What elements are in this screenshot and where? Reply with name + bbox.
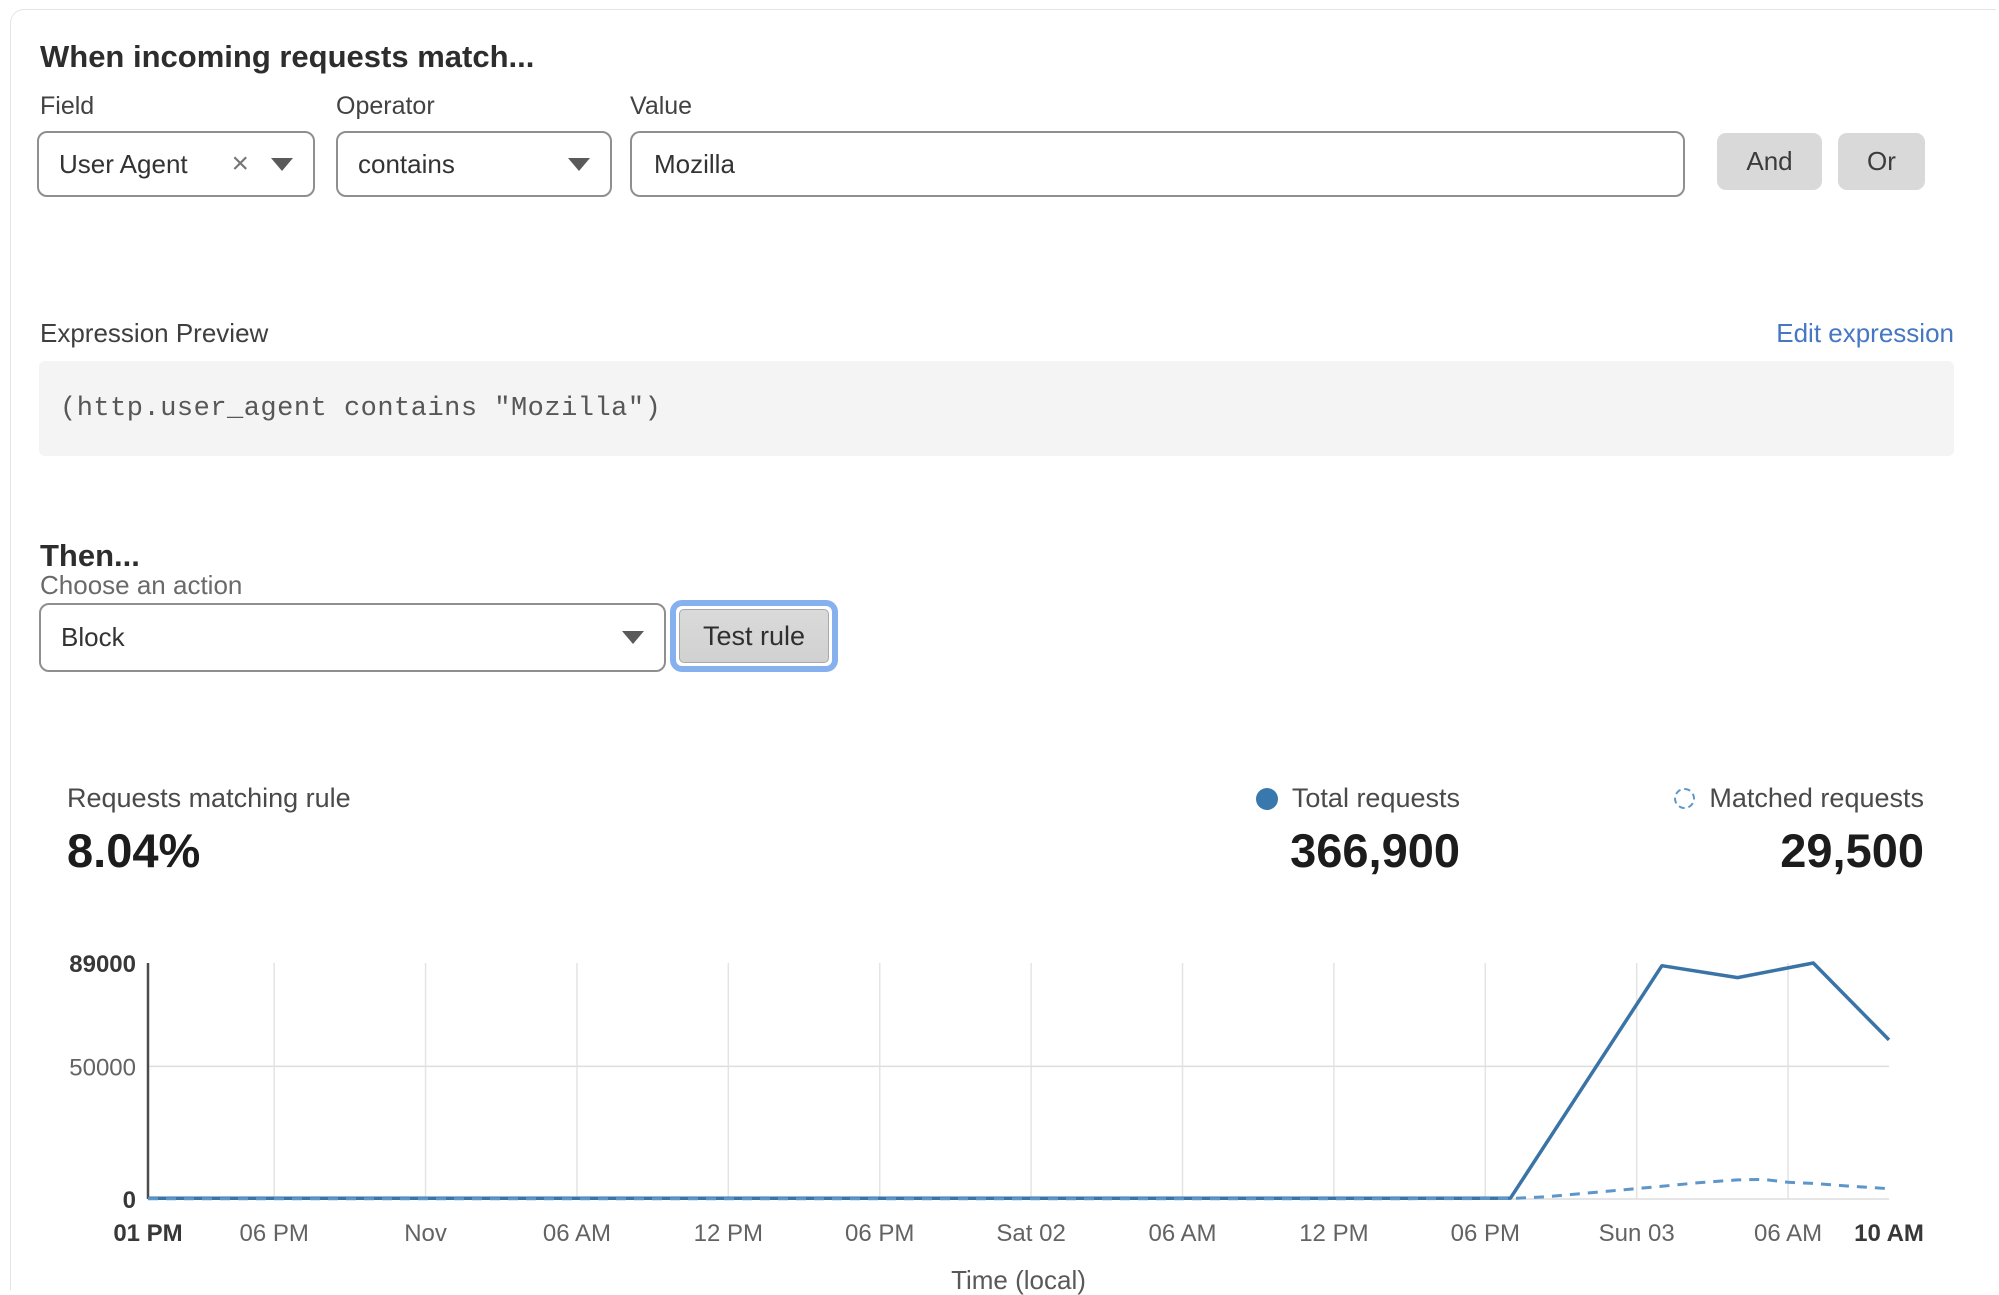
chevron-down-icon (271, 158, 293, 171)
value-input[interactable] (630, 131, 1685, 197)
operator-label: Operator (336, 92, 435, 121)
chart-x-axis-title: Time (local) (951, 1265, 1086, 1295)
expression-code: (http.user_agent contains "Mozilla") (60, 394, 661, 424)
action-select[interactable]: Block (39, 603, 666, 672)
chart-y-tick-label: 89000 (69, 951, 136, 978)
chart-x-tick-label: 12 PM (1299, 1220, 1368, 1247)
total-requests-dot-icon (1256, 788, 1278, 810)
matching-rule-label: Requests matching rule (67, 783, 351, 814)
and-button[interactable]: And (1717, 133, 1822, 190)
chart-series-total-requests (148, 963, 1889, 1198)
chevron-down-icon (622, 631, 644, 644)
value-label: Value (630, 92, 692, 121)
chart-x-tick-label: Sat 02 (996, 1220, 1065, 1247)
matching-rule-stat: Requests matching rule 8.04% (67, 783, 351, 878)
chart-x-tick-label: 10 AM (1854, 1220, 1924, 1247)
test-rule-focus-ring: Test rule (670, 600, 838, 672)
page-title: When incoming requests match... (40, 39, 534, 75)
field-select[interactable]: User Agent × (37, 131, 315, 197)
action-select-value: Block (61, 622, 622, 653)
chart-x-tick-label: 06 PM (845, 1220, 914, 1247)
chevron-down-icon (568, 158, 590, 171)
chart-x-tick-label: 01 PM (113, 1220, 182, 1247)
chart-series-matched-requests (148, 1179, 1889, 1198)
clear-field-icon[interactable]: × (231, 149, 249, 179)
edit-expression-link[interactable]: Edit expression (1776, 318, 1954, 349)
matching-rule-value: 8.04% (67, 823, 351, 878)
chart-x-tick-label: 06 AM (1148, 1220, 1216, 1247)
or-button[interactable]: Or (1838, 133, 1925, 190)
matched-requests-value: 29,500 (1780, 823, 1924, 878)
chart-x-tick-label: Sun 03 (1599, 1220, 1675, 1247)
total-requests-value: 366,900 (1290, 823, 1460, 878)
expression-preview-label: Expression Preview (40, 318, 268, 349)
expression-preview-box: (http.user_agent contains "Mozilla") (39, 361, 1954, 456)
operator-select[interactable]: contains (336, 131, 612, 197)
total-requests-stat: Total requests 366,900 (1256, 783, 1460, 878)
matched-requests-label: Matched requests (1709, 783, 1924, 814)
choose-action-label: Choose an action (40, 570, 242, 601)
operator-select-value: contains (358, 149, 568, 180)
chart-y-tick-label: 0 (123, 1187, 136, 1214)
field-select-value: User Agent (59, 149, 231, 180)
chart-x-tick-label: 06 AM (543, 1220, 611, 1247)
then-heading: Then... (40, 538, 140, 574)
matched-requests-dashed-circle-icon (1674, 788, 1695, 809)
test-rule-button[interactable]: Test rule (679, 609, 829, 663)
chart-x-tick-label: 06 AM (1754, 1220, 1822, 1247)
field-label: Field (40, 92, 94, 121)
matched-requests-stat: Matched requests 29,500 (1674, 783, 1924, 878)
chart-x-tick-label: 12 PM (694, 1220, 763, 1247)
firewall-rule-editor-page: { "rule_builder": { "heading": "When inc… (0, 0, 1999, 1295)
chart-x-tick-label: 06 PM (1451, 1220, 1520, 1247)
total-requests-label: Total requests (1292, 783, 1460, 814)
chart-x-tick-label: 06 PM (239, 1220, 308, 1247)
chart-x-tick-label: Nov (404, 1220, 447, 1247)
requests-time-series-chart: 89000 50000 0 01 PM 06 PM Nov 06 AM 12 PM 06 PM S… (0, 940, 1999, 1295)
chart-y-tick-label: 50000 (69, 1054, 136, 1081)
